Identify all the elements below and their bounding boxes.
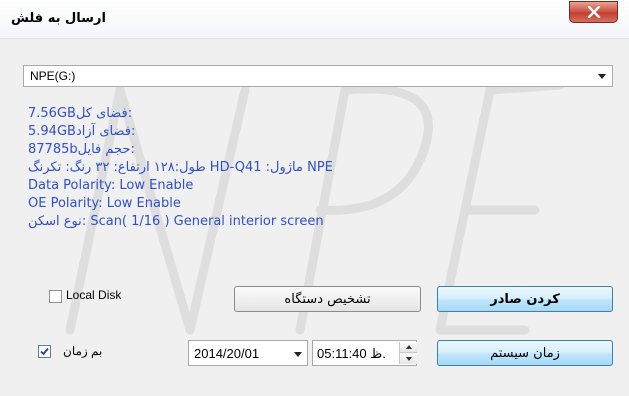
oe-polarity-text: OE Polarity: Low Enable <box>28 196 181 211</box>
arrow-down-icon <box>405 356 412 361</box>
drive-select-value: NPE(G:) <box>30 69 76 83</box>
total-space-text: 7.56GBفضای کل: <box>28 106 133 121</box>
time-checkbox-label: بم زمان <box>63 344 103 358</box>
detect-device-button[interactable]: تشخیص دستگاه <box>234 286 421 312</box>
time-picker[interactable]: 05:11:40 ظ. <box>312 340 417 366</box>
spin-down-button[interactable] <box>400 353 417 364</box>
checkmark-icon <box>40 347 49 356</box>
arrow-up-icon <box>405 345 412 349</box>
scan-type-text: نوع اسکن: Scan( 1/16 ) General interior … <box>28 214 324 229</box>
local-disk-label: Local Disk <box>66 288 122 302</box>
file-size-text: 87785bحجم فایل: <box>28 142 135 157</box>
module-info-text: طول:۱۲۸ ارتفاع: ۳۲ رنگ: تکرنگ HD-Q41 :ما… <box>28 160 333 175</box>
export-button[interactable]: کردن صادر <box>437 286 613 312</box>
time-spinner <box>399 342 417 364</box>
time-value: 05:11:40 ظ. <box>317 346 386 361</box>
chevron-down-icon <box>598 74 606 79</box>
close-button[interactable] <box>569 1 618 23</box>
close-icon <box>587 6 600 18</box>
date-value: 2014/20/01 <box>194 346 260 361</box>
date-picker[interactable]: 2014/20/01 <box>188 340 308 366</box>
system-time-button[interactable]: زمان سیستم <box>437 340 613 366</box>
title-bar: ارسال به فلش <box>0 0 629 39</box>
spin-up-button[interactable] <box>400 342 417 353</box>
free-space-text: 5.94GBفضای آزاد: <box>28 124 136 139</box>
window-title: ارسال به فلش <box>11 11 106 26</box>
chevron-down-icon[interactable] <box>294 352 302 357</box>
data-polarity-text: Data Polarity: Low Enable <box>28 178 194 193</box>
drive-select[interactable]: NPE(G:) <box>23 65 613 87</box>
local-disk-checkbox[interactable] <box>49 290 62 303</box>
time-checkbox[interactable] <box>38 345 51 358</box>
